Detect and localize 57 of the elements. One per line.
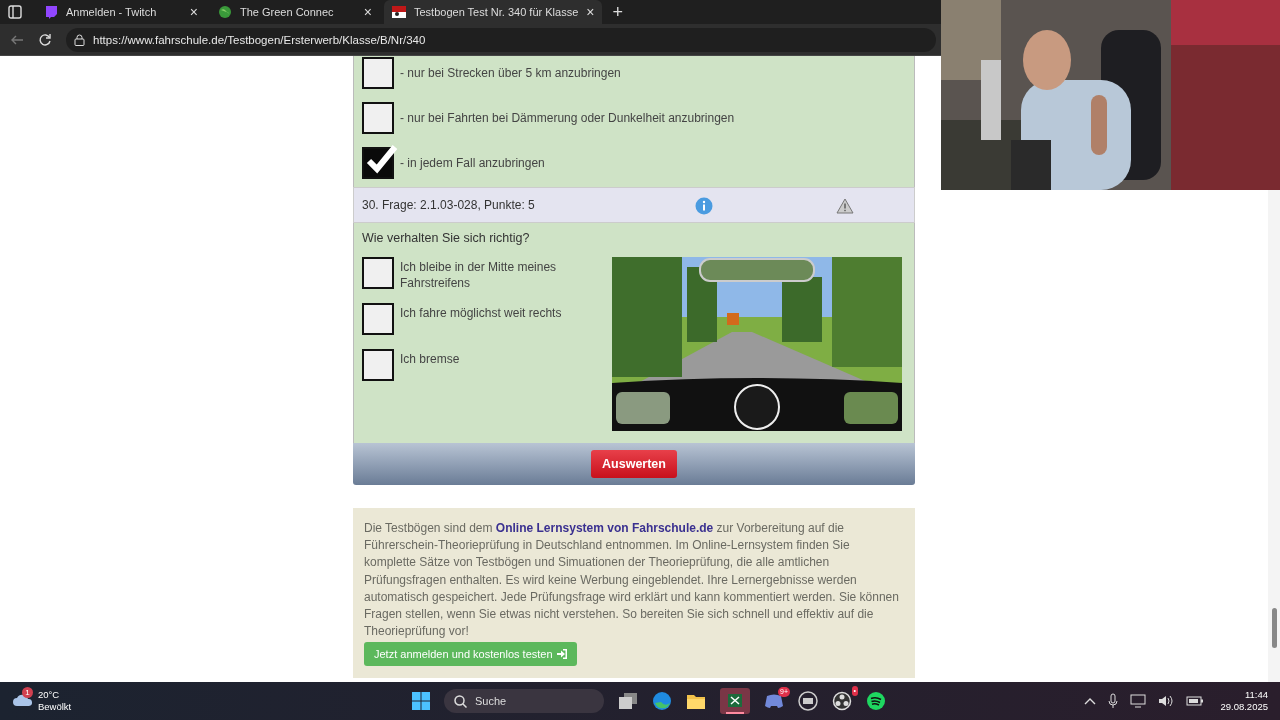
answer-text: Ich fahre möglichst weit rechts (400, 305, 563, 321)
answer-checkbox[interactable] (362, 56, 394, 89)
speaker-icon[interactable] (1158, 694, 1175, 708)
question-header: 30. Frage: 2.1.03-028, Punkte: 5 (362, 198, 535, 212)
cloud-icon (12, 693, 34, 707)
scrollbar-thumb[interactable] (1272, 608, 1277, 648)
answer-text: Ich bremse (400, 351, 461, 367)
answer-text: - nur bei Fahrten bei Dämmerung oder Dunkelheit anzubringen (400, 110, 735, 125)
temperature-text: 20°C (38, 689, 61, 701)
answer-text: - in jedem Fall anzubringen (400, 155, 545, 170)
clock-time[interactable]: 11:44 (1244, 689, 1268, 701)
tab-list-icon[interactable] (8, 5, 22, 19)
warning-icon[interactable] (836, 198, 854, 214)
search-icon (454, 694, 467, 708)
url-text: https://www.fahrschule.de/Testbogen/Ersterwerb/Klasse/B/Nr/340 (93, 33, 426, 46)
browser-tab[interactable]: Anmelden - Twitch × (36, 0, 206, 24)
tab-favicon-icon (44, 5, 58, 19)
info-icon[interactable] (695, 197, 713, 215)
learning-system-link[interactable]: Online Lernsystem von Fahrschule.de (495, 521, 714, 535)
tab-favicon-icon (392, 5, 406, 19)
answer-checkbox[interactable] (362, 257, 394, 289)
close-tab-icon[interactable]: × (586, 4, 595, 20)
answer-text: Ich bleibe in der Mitte meines Fahrstreifens (400, 259, 558, 291)
spreadsheet-icon[interactable] (720, 688, 750, 714)
answer-checkbox[interactable] (362, 349, 394, 381)
chevron-up-icon[interactable] (1084, 696, 1097, 706)
game-controller-icon[interactable] (764, 692, 784, 710)
answer-checkbox[interactable] (362, 303, 394, 335)
lock-icon (74, 33, 85, 46)
address-field[interactable]: https://www.fahrschule.de/Testbogen/Ersterwerb/Klasse/B/Nr/340 (66, 27, 936, 52)
submit-button[interactable]: Auswerten (591, 450, 677, 478)
new-tab-icon[interactable]: + (612, 1, 623, 23)
music-icon[interactable] (866, 691, 886, 711)
clock-date[interactable]: 29.08.2025 (1220, 701, 1268, 713)
folder-icon[interactable] (686, 692, 706, 710)
browser-tab[interactable]: Testbogen Test Nr. 340 für Klasse × (384, 0, 603, 24)
weather-text: Bewölkt (38, 701, 72, 713)
taskbar-search-field[interactable]: Suche (444, 689, 604, 713)
browser-icon[interactable] (652, 691, 672, 711)
battery-icon[interactable] (1186, 695, 1205, 707)
info-text: Die Testbögen sind dem Online Lernsystem von Fahrschule.de zur Vorbereitung auf die Führerschein-Theorieprüfung in Deutschland entnommen. Im Online-Lernsystem finden Sie komplette Sätze von Testbögen und Simuationen der Theorieprüfung, die alle amtlichen Prüfungsfragen enthalten. Es wird keine Werbung eingeblendet. Ihre Lernergebnisse werden automatisch gespeichert. Jede Prüfungsfrage wird erklärt und kann kommentiert werden. Sie können Fragen stellen, wenn Sie etwas nicht verstehen. So bereiten Sie sich schnell und effektiv auf die Theorieprüfung vor! (364, 520, 900, 641)
reload-icon[interactable] (38, 32, 52, 47)
notification-badge: 1 (22, 687, 33, 698)
answer-text: - nur bei Strecken über 5 km anzubringen (400, 65, 621, 80)
answer-checkbox[interactable] (362, 146, 394, 179)
question-text: Wie verhalten Sie sich richtig? (362, 231, 531, 245)
answer-checkbox[interactable] (362, 101, 394, 134)
keyboard-icon[interactable] (798, 691, 818, 711)
microphone-icon[interactable] (1108, 693, 1119, 709)
close-tab-icon[interactable]: × (363, 4, 372, 20)
recorder-icon[interactable] (832, 691, 852, 711)
sign-in-icon (556, 649, 567, 660)
tab-favicon-icon (218, 5, 232, 19)
start-icon[interactable] (412, 692, 430, 710)
windows-stack-icon[interactable] (618, 692, 638, 710)
browser-tab[interactable]: The Green Connec × (210, 0, 380, 24)
close-tab-icon[interactable]: × (189, 4, 198, 20)
